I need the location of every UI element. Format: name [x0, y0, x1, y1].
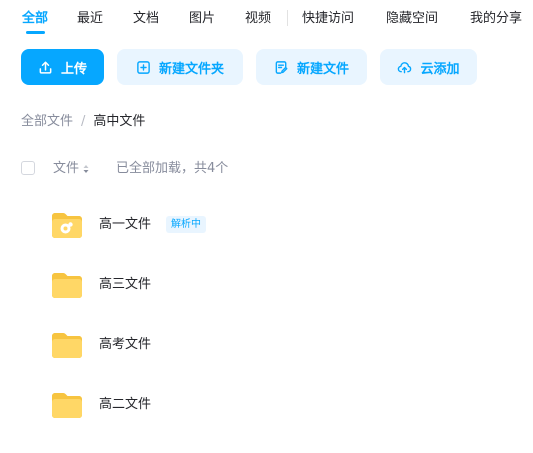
file-name: 高一文件 [99, 217, 152, 232]
list-item[interactable]: 高一文件 解析中 [0, 201, 533, 249]
category-tabs: 全部 最近 文档 图片 视频 快捷访问 隐藏空间 我的分享 [0, 0, 533, 40]
new-file-button[interactable]: 新建文件 [256, 49, 367, 85]
sort-by-name-header[interactable]: 文件 [53, 160, 89, 177]
tab-images[interactable]: 图片 [189, 10, 215, 27]
folder-icon [52, 393, 82, 418]
tab-documents[interactable]: 文档 [133, 10, 159, 27]
status-badge: 解析中 [166, 216, 206, 233]
new-file-icon [275, 60, 288, 74]
breadcrumb-separator: / [81, 114, 86, 129]
tab-recent[interactable]: 最近 [77, 10, 103, 27]
new-folder-button-label: 新建文件夹 [158, 61, 224, 77]
list-item[interactable]: 高二文件 [0, 381, 533, 429]
folder-with-badge-icon [52, 213, 82, 238]
tab-divider [287, 10, 288, 26]
file-manager-page: 全部 最近 文档 图片 视频 快捷访问 隐藏空间 我的分享 上传 新建文件夹 新… [0, 0, 533, 453]
breadcrumb: 全部文件 / 高中文件 [21, 113, 145, 130]
tab-quick-access[interactable]: 快捷访问 [302, 10, 354, 27]
active-tab-indicator [26, 31, 45, 34]
file-name: 高考文件 [99, 337, 152, 352]
file-name: 高三文件 [99, 277, 152, 292]
upload-button-label: 上传 [60, 61, 87, 77]
upload-button[interactable]: 上传 [21, 49, 104, 85]
sort-icon [83, 164, 89, 173]
tab-all[interactable]: 全部 [22, 10, 48, 27]
action-toolbar: 上传 新建文件夹 新建文件 云添加 [0, 48, 533, 86]
file-name: 高二文件 [99, 397, 152, 412]
tab-hidden-space[interactable]: 隐藏空间 [386, 10, 438, 27]
cloud-add-button-label: 云添加 [420, 61, 460, 77]
column-label: 文件 [53, 161, 80, 176]
list-item[interactable]: 高考文件 [0, 321, 533, 369]
new-file-button-label: 新建文件 [296, 61, 349, 77]
list-header: 文件 已全部加载，共4个 [0, 158, 533, 182]
folder-icon [52, 273, 82, 298]
cloud-add-button[interactable]: 云添加 [380, 49, 477, 85]
new-folder-button[interactable]: 新建文件夹 [117, 49, 243, 85]
cloud-upload-icon [398, 61, 412, 73]
upload-icon [39, 61, 52, 74]
list-item[interactable]: 高三文件 [0, 261, 533, 309]
new-folder-icon [137, 60, 150, 74]
breadcrumb-root[interactable]: 全部文件 [21, 114, 73, 129]
tab-videos[interactable]: 视频 [245, 10, 271, 27]
load-status-text: 已全部加载，共4个 [116, 161, 229, 176]
select-all-checkbox[interactable] [21, 161, 35, 175]
tab-my-shares[interactable]: 我的分享 [470, 10, 522, 27]
breadcrumb-current: 高中文件 [93, 114, 146, 129]
folder-icon [52, 333, 82, 358]
